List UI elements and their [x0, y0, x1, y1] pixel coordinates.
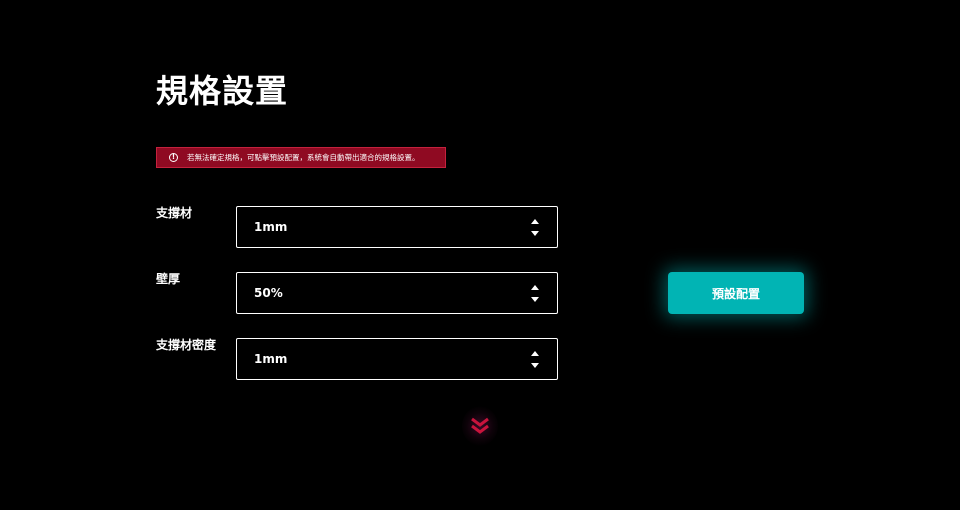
notice-text: 若無法確定規格，可點擊預設配置，系統會自動帶出適合的規格設置。 [187, 153, 420, 162]
spec-settings-page: 規格設置 ! 若無法確定規格，可點擊預設配置，系統會自動帶出適合的規格設置。 支… [0, 0, 960, 510]
support-density-row: 支撐材密度 1mm [156, 338, 558, 380]
double-chevron-down-icon [471, 417, 489, 434]
updown-arrows-icon[interactable] [530, 284, 540, 304]
support-density-label: 支撐材密度 [156, 338, 217, 352]
support-material-label: 支撐材 [156, 206, 193, 220]
support-density-value: 1mm [254, 352, 288, 366]
scroll-down-button[interactable] [462, 406, 498, 446]
wall-thickness-row: 壁厚 50% [156, 272, 558, 314]
updown-arrows-icon[interactable] [530, 218, 540, 238]
support-material-value: 1mm [254, 220, 288, 234]
support-density-select[interactable]: 1mm [236, 338, 558, 380]
wall-thickness-value: 50% [254, 286, 283, 300]
support-material-select[interactable]: 1mm [236, 206, 558, 248]
wall-thickness-label: 壁厚 [156, 272, 181, 286]
page-title: 規格設置 [156, 72, 289, 110]
support-material-row: 支撐材 1mm [156, 206, 558, 248]
wall-thickness-select[interactable]: 50% [236, 272, 558, 314]
preset-config-button[interactable]: 預設配置 [668, 272, 804, 314]
info-circle-icon: ! [169, 153, 178, 162]
updown-arrows-icon[interactable] [530, 350, 540, 370]
info-notice: ! 若無法確定規格，可點擊預設配置，系統會自動帶出適合的規格設置。 [156, 147, 446, 168]
